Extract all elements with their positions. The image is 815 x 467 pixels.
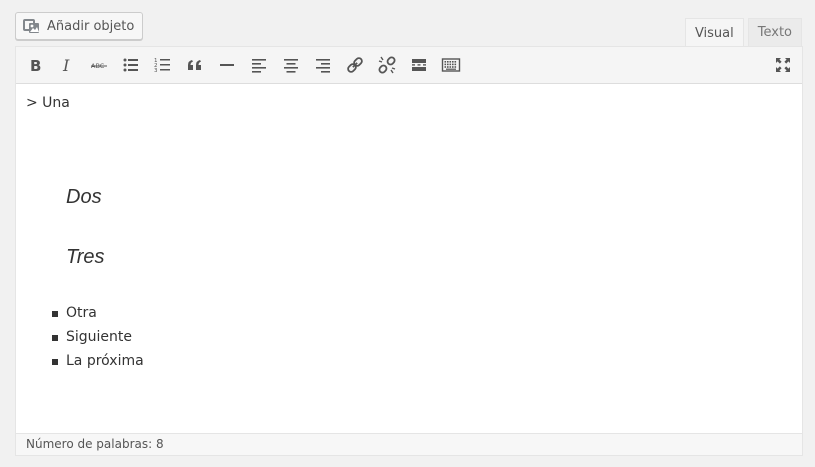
bold-button[interactable]: B <box>22 52 48 78</box>
align-left-button[interactable] <box>246 52 272 78</box>
editor-content[interactable]: > Una Dos Tres Otra Siguiente La próxima <box>16 84 802 433</box>
align-left-icon <box>252 59 266 73</box>
formatting-toolbar: B I ABC 1 2 3 <box>16 47 802 84</box>
italic-icon: I <box>62 56 70 75</box>
bulleted-list-icon <box>123 58 138 72</box>
add-media-button[interactable]: Añadir objeto <box>15 12 144 40</box>
horizontal-line-button[interactable] <box>214 52 240 78</box>
svg-text:I: I <box>62 56 70 75</box>
keyboard-icon <box>441 58 461 72</box>
word-count: Número de palabras: 8 <box>26 437 164 451</box>
numbered-list-button[interactable]: 1 2 3 <box>150 52 176 78</box>
unlink-icon <box>378 56 396 74</box>
svg-text:B: B <box>30 57 41 75</box>
italic-button[interactable]: I <box>54 52 80 78</box>
read-more-button[interactable] <box>406 52 432 78</box>
bulleted-list: Otra Siguiente La próxima <box>52 301 144 373</box>
list-item: La próxima <box>52 349 144 373</box>
horizontal-line-icon <box>220 64 234 66</box>
paragraph-una: > Una <box>26 95 70 111</box>
align-right-button[interactable] <box>310 52 336 78</box>
blockquote-tres: Tres <box>66 246 105 268</box>
strikethrough-button[interactable]: ABC <box>86 52 112 78</box>
insert-link-button[interactable] <box>342 52 368 78</box>
editor-root: Añadir objeto Visual Texto B I ABC 1 2 3… <box>0 0 815 467</box>
align-right-icon <box>316 59 330 73</box>
editor-frame: B I ABC 1 2 3 > Una Dos Tres Otra Siguie… <box>15 46 803 456</box>
tab-visual[interactable]: Visual <box>684 18 744 47</box>
numbered-list-icon: 1 2 3 <box>154 58 170 74</box>
align-center-button[interactable] <box>278 52 304 78</box>
toolbar-toggle-button[interactable] <box>438 52 464 78</box>
read-more-icon <box>412 59 426 71</box>
add-media-icon <box>23 18 41 34</box>
blockquote-dos: Dos <box>66 186 102 208</box>
bold-icon: B <box>30 57 41 75</box>
word-count-statusbar: Número de palabras: 8 <box>16 433 802 455</box>
fullscreen-icon <box>776 58 790 72</box>
blockquote-button[interactable] <box>182 52 208 78</box>
strikethrough-icon: ABC <box>91 62 107 70</box>
tab-texto[interactable]: Texto <box>747 18 802 46</box>
align-center-icon <box>284 59 298 73</box>
blockquote-icon <box>188 60 201 70</box>
editor-tabs: Visual Texto <box>684 18 802 47</box>
fullscreen-button[interactable] <box>770 52 796 78</box>
bulleted-list-button[interactable] <box>118 52 144 78</box>
link-icon <box>347 57 363 73</box>
remove-link-button[interactable] <box>374 52 400 78</box>
list-item: Otra <box>52 301 144 325</box>
add-media-label: Añadir objeto <box>47 18 135 34</box>
list-item: Siguiente <box>52 325 144 349</box>
svg-text:3: 3 <box>154 68 158 74</box>
